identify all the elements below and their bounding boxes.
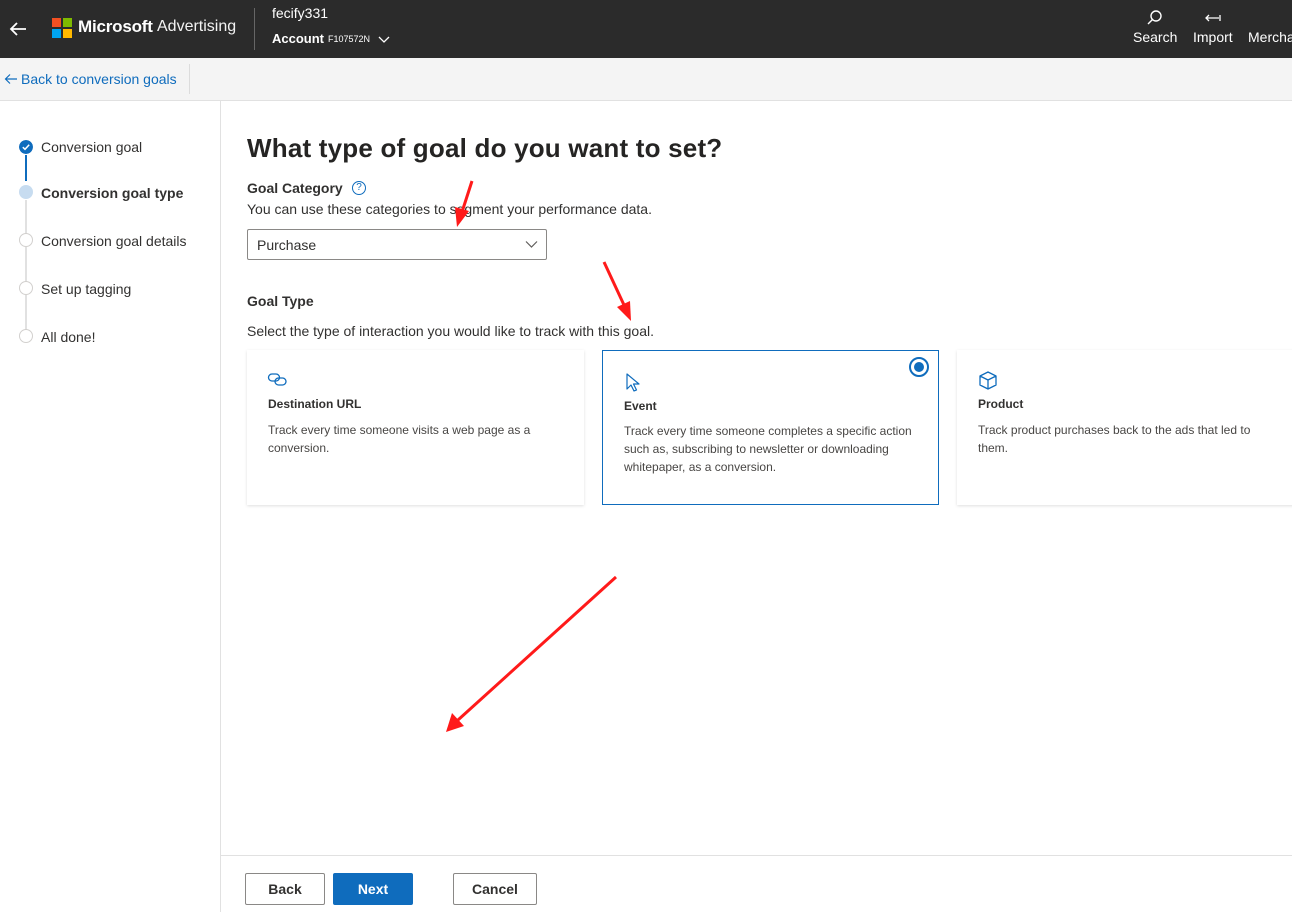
step-label: All done! bbox=[41, 329, 96, 345]
search-icon bbox=[1147, 10, 1162, 25]
back-button[interactable]: Back bbox=[245, 873, 325, 905]
card-description: Track product purchases back to the ads … bbox=[978, 423, 1251, 455]
card-title: Product bbox=[978, 397, 1024, 411]
product-name: Advertising bbox=[157, 18, 237, 35]
sub-header: Back to conversion goals bbox=[0, 58, 1292, 101]
step-connector bbox=[25, 247, 27, 285]
import-button[interactable]: Import bbox=[1193, 8, 1233, 45]
merchant-button[interactable]: Mercha bbox=[1248, 8, 1292, 45]
step-connector bbox=[25, 155, 27, 181]
help-icon[interactable]: ? bbox=[352, 181, 366, 195]
goal-category-description: You can use these categories to segment … bbox=[247, 201, 652, 217]
cancel-button[interactable]: Cancel bbox=[453, 873, 537, 905]
microsoft-logo bbox=[52, 18, 72, 38]
divider bbox=[189, 64, 190, 94]
step-navigation: Conversion goal Conversion goal type Con… bbox=[0, 101, 221, 912]
goal-type-label: Goal Type bbox=[247, 293, 314, 309]
goal-category-value: Purchase bbox=[257, 237, 317, 253]
step-label: Conversion goal type bbox=[41, 185, 184, 201]
step-label: Set up tagging bbox=[41, 281, 132, 297]
account-user-name: fecify331 bbox=[272, 5, 329, 21]
card-title: Destination URL bbox=[268, 397, 362, 411]
arrow-left-icon bbox=[4, 74, 17, 84]
chevron-down-icon bbox=[525, 241, 538, 248]
page-title: What type of goal do you want to set? bbox=[247, 133, 723, 163]
card-title: Event bbox=[624, 399, 657, 413]
box-icon bbox=[979, 371, 997, 390]
account-label: Account bbox=[272, 31, 324, 46]
chevron-down-icon bbox=[378, 36, 390, 43]
goal-type-card-product[interactable]: Product Track product purchases back to … bbox=[957, 350, 1292, 505]
top-bar: Microsoft Advertising fecify331 Account … bbox=[0, 0, 1292, 58]
goal-category-select[interactable]: Purchase bbox=[247, 229, 547, 260]
pending-step-icon bbox=[19, 281, 33, 295]
step-label: Conversion goal bbox=[41, 139, 143, 155]
merchant-label: Mercha bbox=[1248, 29, 1292, 45]
back-arrow-icon[interactable] bbox=[6, 17, 30, 41]
brand-name: Microsoft bbox=[78, 17, 153, 36]
goal-category-label: Goal Category bbox=[247, 180, 343, 196]
search-button[interactable]: Search bbox=[1133, 8, 1177, 45]
current-step-icon bbox=[19, 185, 33, 199]
step-connector bbox=[25, 200, 27, 236]
link-icon bbox=[267, 373, 287, 386]
wizard-footer: Back Next Cancel bbox=[221, 855, 1292, 912]
next-button[interactable]: Next bbox=[333, 873, 413, 905]
merchant-icon bbox=[1261, 8, 1281, 28]
account-id: F107572N bbox=[328, 33, 371, 44]
import-label: Import bbox=[1193, 29, 1233, 45]
main-content: What type of goal do you want to set? Go… bbox=[221, 101, 1292, 912]
account-switcher[interactable]: Account F107572N bbox=[272, 31, 390, 46]
selected-radio[interactable] bbox=[909, 357, 929, 377]
goal-type-card-destination-url[interactable]: Destination URL Track every time someone… bbox=[247, 350, 584, 505]
cursor-icon bbox=[626, 373, 640, 392]
goal-type-card-event[interactable]: Event Track every time someone completes… bbox=[602, 350, 939, 505]
divider bbox=[254, 8, 255, 50]
step-label: Conversion goal details bbox=[41, 233, 187, 249]
card-description: Track every time someone visits a web pa… bbox=[268, 423, 531, 455]
back-link-label: Back to conversion goals bbox=[21, 71, 177, 87]
pending-step-icon bbox=[19, 233, 33, 247]
card-description: Track every time someone completes a spe… bbox=[624, 424, 912, 474]
import-icon bbox=[1204, 14, 1221, 22]
pending-step-icon bbox=[19, 329, 33, 343]
back-to-conversion-goals-link[interactable]: Back to conversion goals bbox=[4, 71, 177, 87]
goal-type-description: Select the type of interaction you would… bbox=[247, 323, 654, 339]
step-connector bbox=[25, 295, 27, 333]
search-label: Search bbox=[1133, 29, 1178, 45]
check-circle-icon bbox=[19, 140, 33, 154]
